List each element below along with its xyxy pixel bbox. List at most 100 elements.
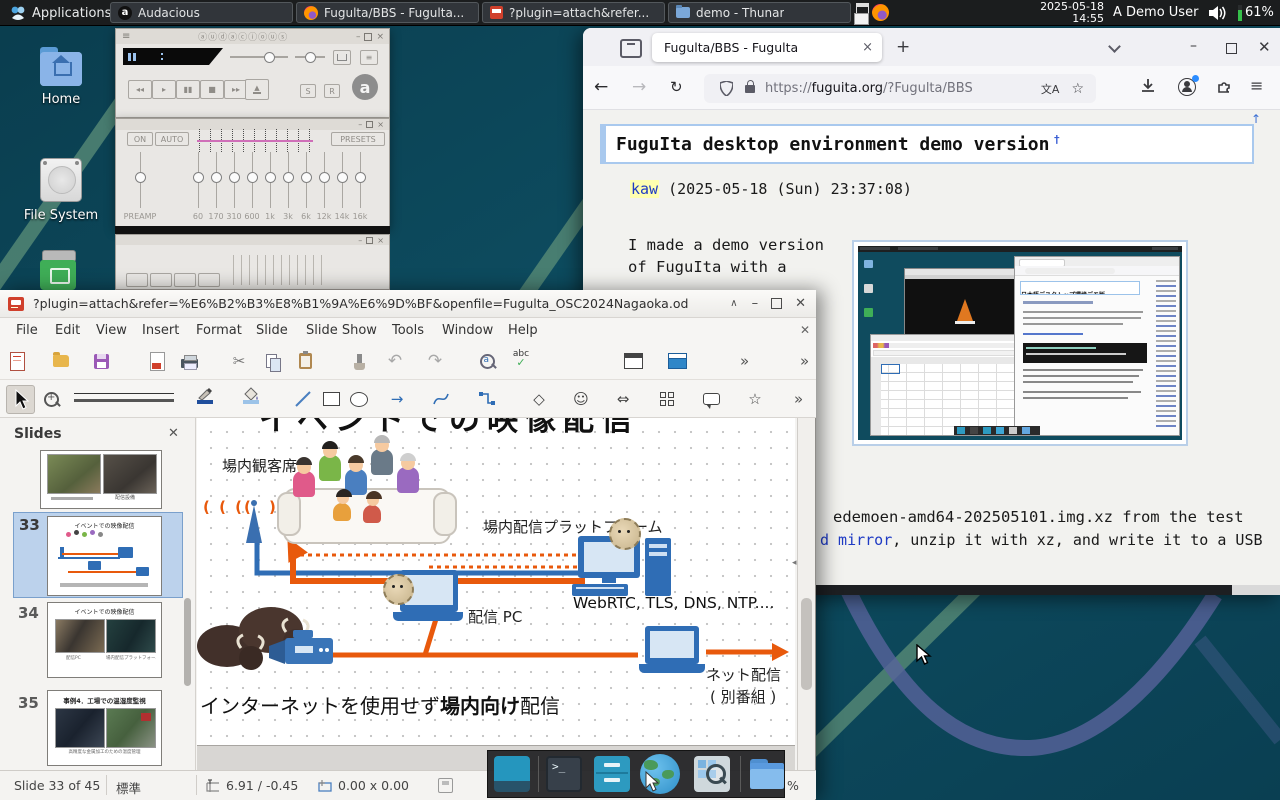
ellipse-icon[interactable] <box>348 388 370 410</box>
shield-icon[interactable] <box>720 81 733 96</box>
insert-line-icon[interactable] <box>292 388 314 410</box>
web-browser-launcher[interactable] <box>640 754 680 794</box>
volume-level-bar[interactable] <box>1238 5 1242 21</box>
curve-tool-icon[interactable] <box>430 388 452 410</box>
maximize-icon[interactable] <box>771 298 782 309</box>
lines-arrows-icon[interactable]: → <box>386 388 408 410</box>
toolbar-overflow-icon[interactable]: » <box>794 390 803 408</box>
flowchart-icon[interactable] <box>656 388 678 410</box>
basic-shapes-icon[interactable]: ◇ <box>528 388 550 410</box>
close-icon[interactable]: × <box>376 32 384 42</box>
bookmark-star-icon[interactable]: ☆ <box>1071 81 1084 97</box>
lock-icon[interactable] <box>745 85 755 93</box>
extensions-icon[interactable] <box>1216 79 1232 95</box>
close-icon[interactable]: ✕ <box>795 296 806 311</box>
export-pdf-icon[interactable] <box>146 350 168 372</box>
visualizer-button[interactable] <box>333 50 351 65</box>
undo-icon[interactable]: ↶ <box>384 350 406 372</box>
maximize-icon[interactable] <box>366 121 373 128</box>
eq-presets-button[interactable]: PRESETS <box>331 132 385 146</box>
toolbar-overflow-icon[interactable]: » <box>800 352 809 370</box>
eq-band-knob[interactable] <box>337 172 348 183</box>
close-document-icon[interactable]: ✕ <box>800 323 810 337</box>
tray-window2-icon[interactable] <box>854 13 869 25</box>
minimize-icon[interactable]: – <box>356 32 361 42</box>
balance-knob[interactable] <box>305 52 316 63</box>
firefox-view-icon[interactable] <box>620 39 642 58</box>
slide-thumbnail-35[interactable]: 事例4．工場での温湿度監視 高精度な金属加工のための温度管理 <box>47 690 162 766</box>
spelling-icon[interactable]: abc✓ <box>510 348 532 370</box>
repeat-button[interactable]: R <box>324 84 340 98</box>
eq-on-button[interactable]: ON <box>127 132 153 146</box>
panel-user-name[interactable]: A Demo User <box>1113 5 1198 20</box>
slide-thumbnail-34[interactable]: イベントでの映像配信 配信PC 場内配信プラットフォーム <box>47 602 162 678</box>
folder-launcher[interactable] <box>748 755 786 793</box>
terminal-launcher[interactable]: >_ <box>546 756 582 792</box>
desktop-icon-filesystem[interactable]: File System <box>18 158 104 223</box>
volume-knob[interactable] <box>264 52 275 63</box>
line-color-icon[interactable] <box>194 384 216 406</box>
slide-canvas[interactable]: イベントでの映像配信 <box>197 418 795 745</box>
eq-band-knob[interactable] <box>193 172 204 183</box>
display-views-icon[interactable] <box>622 350 644 372</box>
browser-tab[interactable]: Fugulta/BBS - Fugulta × <box>652 33 882 62</box>
audacious-titlebar[interactable]: ≡ ⓐⓤⓓⓐⓒⓘⓞⓤⓢ – × <box>116 29 389 44</box>
start-slideshow-icon[interactable] <box>666 350 688 372</box>
zoom-tool-icon[interactable]: + <box>40 388 62 410</box>
line-style-selector[interactable] <box>74 390 174 406</box>
window-close-icon[interactable]: ✕ <box>1258 38 1271 56</box>
embedded-screenshot[interactable]: 日本語デスクトップ環境デモ版 <box>852 240 1188 446</box>
stars-icon[interactable]: ☆ <box>744 388 766 410</box>
rectangle-icon[interactable] <box>320 388 342 410</box>
slide-thumbnail-33[interactable]: イベントでの映像配信 <box>47 516 162 596</box>
status-layout-name[interactable]: 標準 <box>116 778 141 797</box>
maximize-icon[interactable] <box>364 33 372 41</box>
window-maximize-icon[interactable] <box>1226 43 1237 54</box>
symbol-shapes-icon[interactable]: ☺ <box>570 388 592 410</box>
playlist-toggle-button[interactable]: ≡ <box>360 50 378 65</box>
heading-anchor-mark[interactable]: † <box>1053 133 1060 146</box>
slides-panel-scrollbar[interactable] <box>184 598 191 686</box>
tab-close-icon[interactable]: × <box>862 40 873 55</box>
menu-file[interactable]: File <box>16 323 38 338</box>
volume-slider[interactable] <box>230 56 288 58</box>
reload-icon[interactable]: ↻ <box>670 78 683 96</box>
eq-band-knob[interactable] <box>211 172 222 183</box>
copy-icon[interactable] <box>260 350 282 372</box>
cut-icon[interactable]: ✂ <box>228 350 250 372</box>
find-replace-icon[interactable]: a <box>476 350 498 372</box>
toolbar-overflow-icon[interactable]: » <box>740 352 749 370</box>
forward-icon[interactable]: → <box>632 77 646 97</box>
menu-edit[interactable]: Edit <box>55 323 80 338</box>
taskbar-button-firefox[interactable]: Fugulta/BBS - Fugulta... <box>296 2 479 23</box>
audacious-playlist-window[interactable]: – × <box>115 234 390 290</box>
clone-formatting-icon[interactable] <box>348 350 370 372</box>
downloads-icon[interactable] <box>1140 78 1156 94</box>
author-link[interactable]: kaw <box>630 180 659 198</box>
menu-tools[interactable]: Tools <box>392 323 424 338</box>
menu-window[interactable]: Window <box>442 323 493 338</box>
url-bar[interactable]: https://fuguita.org/?Fugulta/BBS 文A ☆ <box>704 74 1096 103</box>
eq-band-knob[interactable] <box>229 172 240 183</box>
slide-scrollbar[interactable]: ◂ <box>797 418 815 770</box>
menu-icon[interactable]: ≡ <box>122 31 130 42</box>
menu-view[interactable]: View <box>96 323 127 338</box>
close-icon[interactable]: × <box>377 120 384 129</box>
menu-slideshow[interactable]: Slide Show <box>306 323 377 338</box>
menu-icon[interactable]: ≡ <box>1250 76 1263 95</box>
panel-clock[interactable]: 2025-05-18 14:55 <box>1030 1 1104 25</box>
menu-format[interactable]: Format <box>196 323 242 338</box>
window-minimize-icon[interactable]: – <box>1190 40 1197 52</box>
eq-band-knob[interactable] <box>319 172 330 183</box>
fill-color-icon[interactable] <box>240 384 262 406</box>
new-tab-button[interactable]: + <box>896 37 910 57</box>
tray-firefox-icon[interactable] <box>872 4 889 21</box>
taskbar-button-audacious[interactable]: a Audacious <box>110 2 293 23</box>
speaker-icon[interactable] <box>1208 5 1226 21</box>
open-icon[interactable] <box>50 350 72 372</box>
show-desktop-button[interactable] <box>494 756 530 792</box>
save-icon[interactable] <box>90 350 112 372</box>
connector-icon[interactable] <box>476 388 498 410</box>
stop-button[interactable]: ■ <box>200 80 224 99</box>
slide-thumbnail-32[interactable]: 配信設備 <box>40 450 162 509</box>
